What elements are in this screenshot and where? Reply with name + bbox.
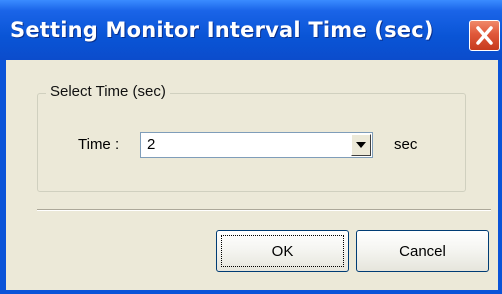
separator-line — [37, 209, 491, 211]
chevron-down-icon — [356, 142, 366, 148]
dropdown-button[interactable] — [351, 134, 371, 156]
ok-button[interactable]: OK — [216, 230, 349, 272]
groupbox-label: Select Time (sec) — [46, 83, 170, 100]
unit-label: sec — [394, 136, 418, 153]
title-bar[interactable]: Setting Monitor Interval Time (sec) — [0, 0, 502, 60]
time-dropdown[interactable]: 2 — [140, 132, 373, 158]
window-title: Setting Monitor Interval Time (sec) — [10, 18, 434, 42]
cancel-button[interactable]: Cancel — [356, 230, 489, 272]
time-dropdown-value: 2 — [147, 136, 156, 153]
close-button[interactable] — [469, 20, 500, 51]
dialog-window: Setting Monitor Interval Time (sec) Sele… — [0, 0, 502, 294]
close-icon — [476, 26, 493, 45]
time-label: Time : — [78, 136, 120, 153]
